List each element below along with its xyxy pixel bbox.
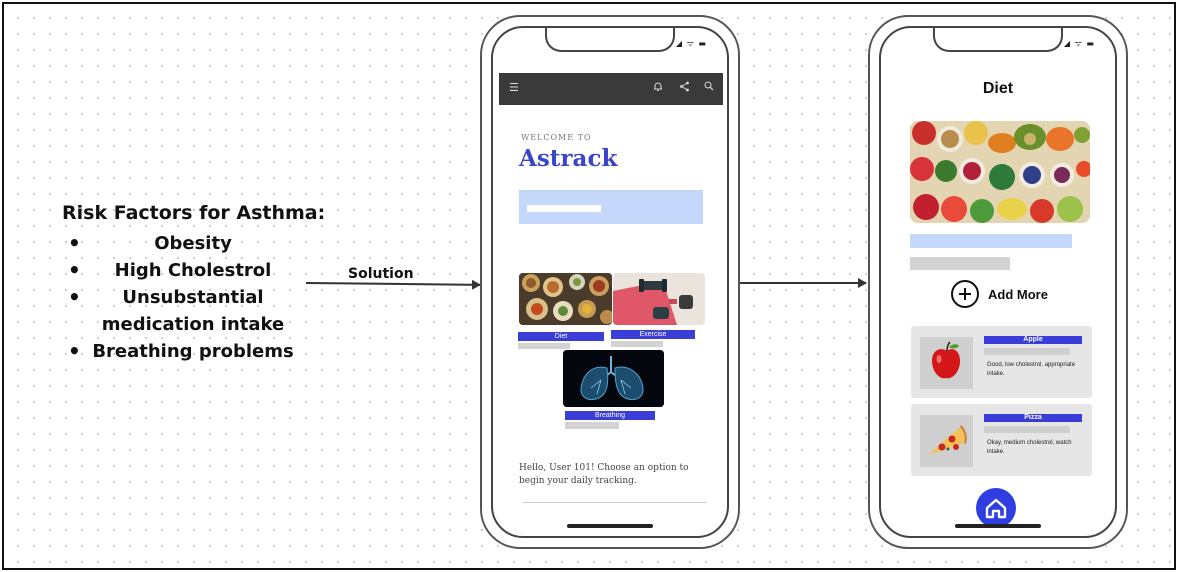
diet-food-image [519,273,612,325]
pizza-thumb [920,415,973,467]
search-icon[interactable] [704,81,714,94]
pizza-description: Okay, medium cholestrol, watch intake. [987,440,1072,455]
apple-thumb [920,337,973,389]
share-icon[interactable] [679,81,690,95]
phone-screen: ◢ ᯤ ▬ Diet Add More Apple Good, low chol… [879,26,1117,538]
phone-notch [933,28,1063,52]
breathing-tile-label[interactable]: Breathing [565,411,655,420]
flow-arrow [740,278,867,288]
greeting-text: Hello, User 101! Choose an option to beg… [519,463,689,486]
plus-circle-icon [951,280,979,308]
phone-screen: ◢ ᯤ ▬ ☰ WELCOME TO Astrack Diet Exercise… [491,26,729,538]
solution-label: Solution [348,266,414,282]
phone-notch [545,28,675,52]
risk-factors-list: Obesity High Cholestrol Unsubstantial me… [62,230,312,365]
app-toolbar: ☰ [499,73,723,105]
exercise-placeholder-bar [611,341,663,347]
exercise-equipment-image [613,273,705,325]
field-placeholder-bar [527,205,601,212]
diet-placeholder-bar [518,343,570,349]
status-icons: ◢ ᯤ ▬ [1063,39,1095,48]
lungs-image [563,350,664,407]
search-field[interactable] [519,190,703,224]
add-more-label: Add More [988,287,1048,302]
diet-gray-bar [910,257,1010,270]
pizza-title: Pizza [984,414,1082,422]
risk-item-unsubstantial: Unsubstantial [62,284,312,311]
menu-icon[interactable]: ☰ [509,81,519,94]
exercise-tile-label[interactable]: Exercise [611,330,695,339]
apple-icon [932,341,960,379]
pizza-icon [928,425,967,455]
welcome-text: WELCOME TO [521,133,592,142]
breathing-placeholder-bar [565,422,619,429]
home-indicator [955,524,1041,528]
risk-factors-block: Risk Factors for Asthma: Obesity High Ch… [62,202,326,365]
divider [523,502,707,503]
exercise-tile[interactable] [613,273,705,325]
diet-page-title: Diet [982,80,1014,97]
home-button[interactable] [976,488,1016,528]
phone-home-screen: ◢ ᯤ ▬ ☰ WELCOME TO Astrack Diet Exercise… [480,15,740,549]
risk-factors-title: Risk Factors for Asthma: [62,202,326,224]
apple-description: Good, low cholestrol, appropriate intake… [987,362,1076,377]
food-card-apple[interactable]: Apple Good, low cholestrol, appropriate … [911,326,1092,398]
risk-item-obesity: Obesity [62,230,312,257]
risk-item-breathing: Breathing problems [62,338,312,365]
diet-tile-label[interactable]: Diet [518,332,604,341]
diagram-frame: Risk Factors for Asthma: Obesity High Ch… [2,2,1176,570]
app-brand-title: Astrack [519,145,618,172]
home-indicator [567,524,653,528]
pizza-subtitle-bar [984,426,1070,433]
breathing-tile[interactable] [563,350,664,407]
apple-subtitle-bar [984,348,1070,355]
risk-item-medication: medication intake [101,314,285,335]
vegetables-banner [910,121,1090,223]
food-card-pizza[interactable]: Pizza Okay, medium cholestrol, watch int… [911,404,1092,476]
vegetables-image [910,121,1090,223]
bell-icon[interactable] [653,81,663,95]
diet-tile[interactable] [519,273,612,325]
solution-arrow [305,282,481,286]
diet-blue-bar [910,234,1072,248]
home-icon [985,498,1007,519]
risk-item-cholestrol: High Cholestrol [62,257,312,284]
apple-title: Apple [984,336,1082,344]
phone-diet-screen: ◢ ᯤ ▬ Diet Add More Apple Good, low chol… [868,15,1128,549]
status-icons: ◢ ᯤ ▬ [675,39,707,48]
